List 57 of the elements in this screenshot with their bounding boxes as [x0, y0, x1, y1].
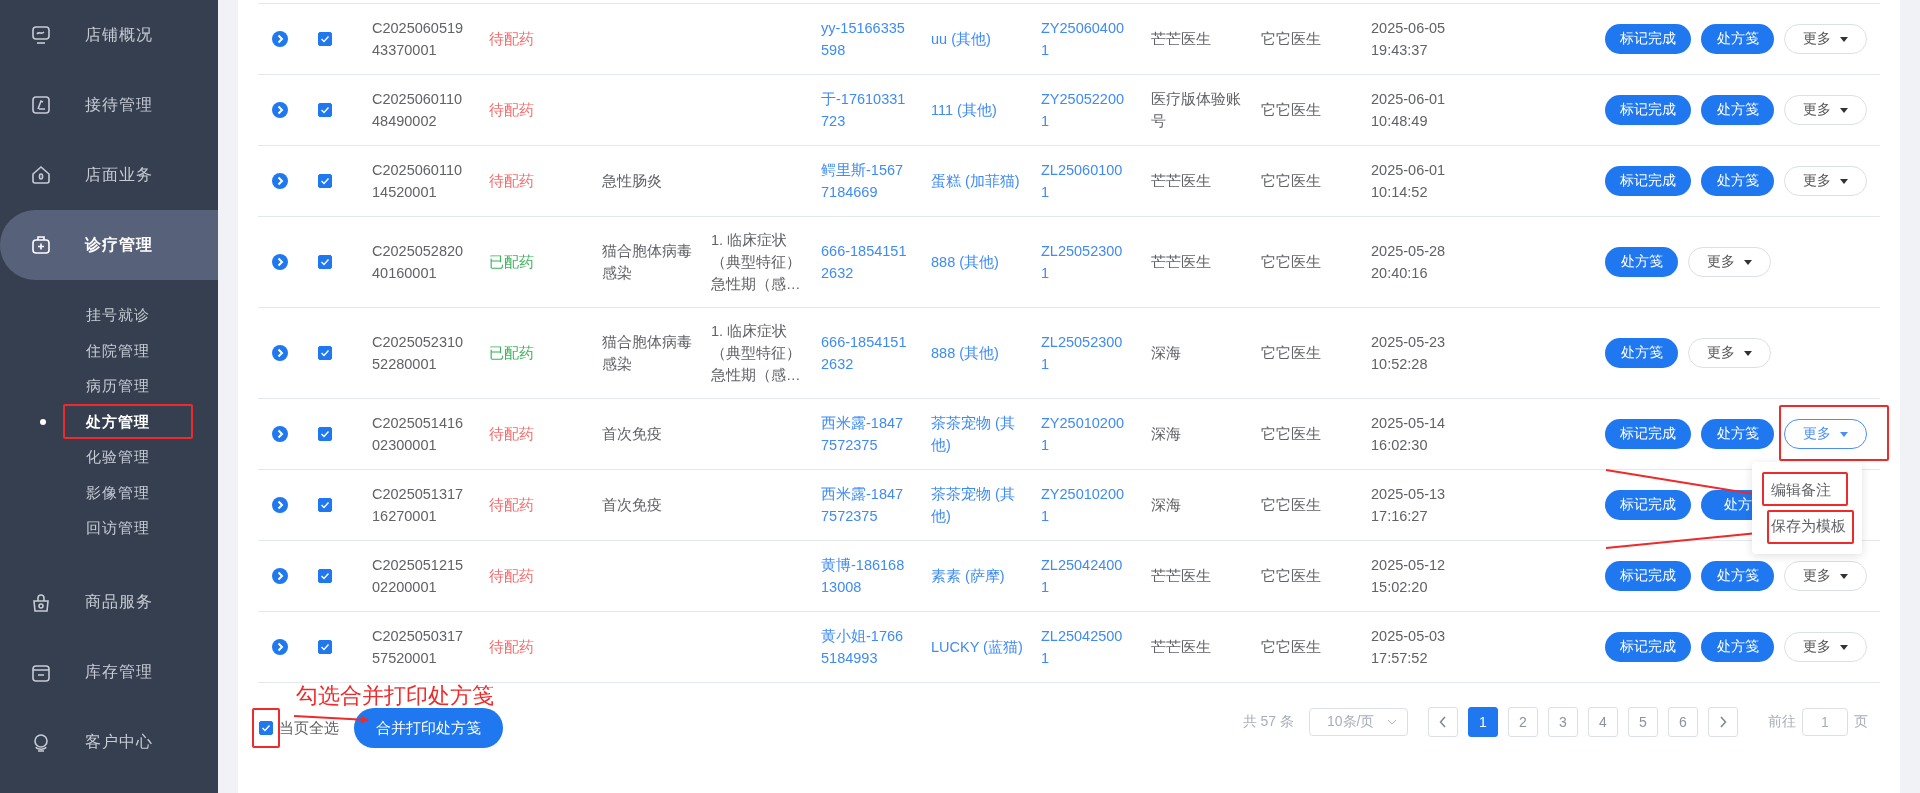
diagnosis-text: 首次免疫	[602, 496, 663, 515]
doctor-name: 深海	[1151, 496, 1182, 515]
status-label: 待配药	[489, 496, 534, 515]
date-time: 2025-05-12 15:02:20	[1371, 556, 1447, 597]
date-time: 2025-06-01 10:14:52	[1371, 161, 1447, 202]
date-time: 2025-06-05 19:43:37	[1371, 19, 1447, 60]
order-number: C202505231052280001	[372, 333, 465, 374]
doctor-name: 芒芒医生	[1151, 253, 1212, 272]
date-time: 2025-05-23 10:52:28	[1371, 333, 1447, 374]
doctor-name: 芒芒医生	[1151, 30, 1212, 49]
symptoms-text: 1. 临床症状（典型特征）急性期（感…	[711, 231, 802, 294]
order-number: C202506011048490002	[372, 90, 464, 131]
page-suffix: 页	[1854, 713, 1868, 731]
doctor-name: 深海	[1151, 344, 1182, 363]
date-time: 2025-05-14 16:02:30	[1371, 414, 1447, 455]
order-number: C202505031757520001	[372, 627, 465, 668]
order-number: C202505141602300001	[372, 414, 465, 455]
order-number: C202505282040160001	[372, 242, 465, 283]
diagnosis-text: 急性肠炎	[602, 172, 663, 191]
diagnosis-text: 猫合胞体病毒感染	[602, 242, 693, 283]
status-label: 待配药	[489, 567, 534, 586]
status-label: 待配药	[489, 101, 534, 120]
diagnosis-text: 猫合胞体病毒感染	[602, 333, 693, 374]
doctor-name: 芒芒医生	[1151, 638, 1212, 657]
date-time: 2025-06-01 10:48:49	[1371, 90, 1447, 131]
doctor-name: 它它医生	[1261, 30, 1322, 49]
doctor-name: 它它医生	[1261, 101, 1322, 120]
date-time: 2025-05-28 20:40:16	[1371, 242, 1447, 283]
status-label: 待配药	[489, 425, 534, 444]
annotation-text: 勾选合并打印处方笺	[296, 683, 495, 709]
goto-label: 前往	[1768, 713, 1796, 731]
doctor-name: 它它医生	[1261, 638, 1322, 657]
order-number: C202505131716270001	[372, 485, 465, 526]
doctor-name: 它它医生	[1261, 496, 1322, 515]
doctor-name: 它它医生	[1261, 253, 1322, 272]
symptoms-text: 1. 临床症状（典型特征）急性期（感…	[711, 322, 802, 385]
doctor-name: 它它医生	[1261, 172, 1322, 191]
date-time: 2025-05-03 17:57:52	[1371, 627, 1447, 668]
doctor-name: 医疗版体验账号	[1151, 90, 1242, 131]
status-label: 已配药	[489, 253, 534, 272]
doctor-name: 它它医生	[1261, 425, 1322, 444]
status-label: 已配药	[489, 344, 534, 363]
select-all-label: 当页全选	[279, 718, 339, 738]
date-time: 2025-05-13 17:16:27	[1371, 485, 1447, 526]
order-number: C202506011014520001	[372, 161, 464, 202]
doctor-name: 它它医生	[1261, 567, 1322, 586]
order-number: C202505121502200001	[372, 556, 465, 597]
status-label: 待配药	[489, 172, 534, 191]
total-count: 共 57 条	[1242, 713, 1294, 731]
doctor-name: 深海	[1151, 425, 1182, 444]
status-label: 待配药	[489, 30, 534, 49]
diagnosis-text: 首次免疫	[602, 425, 663, 444]
status-label: 待配药	[489, 638, 534, 657]
doctor-name: 芒芒医生	[1151, 567, 1212, 586]
doctor-name: 芒芒医生	[1151, 172, 1212, 191]
order-number: C202506051943370001	[372, 19, 465, 60]
doctor-name: 它它医生	[1261, 344, 1322, 363]
